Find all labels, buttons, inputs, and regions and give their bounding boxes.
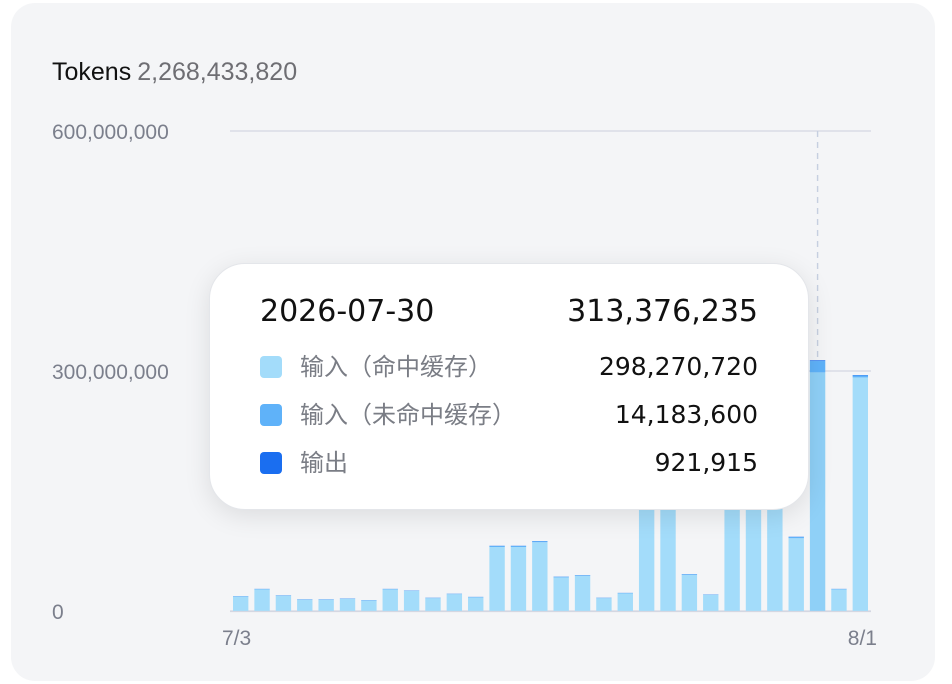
- tooltip-row-output: 输出 921,915: [260, 446, 758, 480]
- tooltip-date: 2026-07-30: [260, 294, 435, 329]
- bar-segment-cache-hit: [339, 599, 356, 611]
- bar-segment-cache-hit: [275, 595, 292, 611]
- tooltip-label: 输入（命中缓存）: [300, 353, 492, 381]
- bar-segment-cache-hit: [425, 598, 441, 611]
- bar-segment-cache-hit: [532, 542, 548, 611]
- y-tick-label: 600,000,000: [52, 121, 169, 144]
- bar-segment-cache-miss: [788, 537, 804, 539]
- x-tick-label-end: 8/1: [848, 627, 877, 650]
- bar-segment-cache-hit: [553, 577, 569, 611]
- y-tick-label: 300,000,000: [52, 361, 169, 384]
- cache-miss-swatch: [260, 404, 282, 426]
- bar-segment-cache-hit: [297, 599, 313, 611]
- tooltip-total: 313,376,235: [567, 294, 758, 329]
- tooltip-label: 输出: [300, 449, 348, 477]
- bar-segment-cache-hit: [468, 597, 484, 611]
- bar-segment-cache-hit: [446, 594, 463, 611]
- bar-segment-cache-miss: [510, 546, 527, 547]
- bar-segment-cache-miss: [681, 574, 698, 575]
- bar-segment-cache-hit: [574, 575, 591, 611]
- tooltip-row-cache-hit: 输入（命中缓存） 298,270,720: [260, 350, 758, 384]
- bar-segment-cache-hit: [703, 595, 719, 611]
- bar-segment-cache-hit: [617, 593, 633, 611]
- bar-segment-cache-miss: [809, 361, 826, 373]
- x-tick-label-start: 7/3: [222, 627, 251, 650]
- bar-segment-cache-hit: [318, 599, 334, 611]
- bar-segment-cache-miss: [574, 575, 591, 576]
- output-swatch: [260, 452, 282, 474]
- bar-segment-cache-hit: [596, 598, 612, 611]
- cache-hit-swatch: [260, 356, 282, 378]
- bar-segment-cache-hit: [232, 596, 249, 611]
- bar-segment-cache-hit: [809, 372, 826, 611]
- bar-segment-cache-hit: [382, 589, 398, 611]
- bar-segment-cache-hit: [254, 589, 270, 611]
- bar-segment-cache-hit: [831, 589, 847, 611]
- bar-segment-cache-miss: [553, 576, 569, 578]
- bar-segment-output: [809, 360, 826, 362]
- tooltip-row-cache-miss: 输入（未命中缓存） 14,183,600: [260, 398, 758, 432]
- bar-segment-cache-hit: [852, 377, 869, 611]
- bar-segment-cache-hit: [489, 547, 505, 611]
- y-tick-label: 0: [52, 601, 64, 624]
- tooltip-value: 14,183,600: [614, 400, 758, 429]
- bar-segment-cache-hit: [510, 547, 527, 611]
- chart-tooltip: 2026-07-30 313,376,235 输入（命中缓存） 298,270,…: [209, 263, 809, 510]
- bar-segment-cache-hit: [681, 575, 698, 611]
- tooltip-label: 输入（未命中缓存）: [300, 401, 516, 429]
- bar-segment-cache-hit: [403, 591, 420, 611]
- bar-segment-cache-hit: [361, 600, 377, 611]
- tooltip-value: 921,915: [654, 448, 758, 477]
- bar-segment-cache-miss: [532, 541, 548, 543]
- bar-segment-cache-miss: [489, 546, 505, 547]
- bar-segment-cache-hit: [788, 538, 804, 611]
- bar-segment-cache-miss: [852, 375, 869, 378]
- bar-segment-cache-hit: [767, 507, 783, 611]
- tooltip-value: 298,270,720: [598, 352, 758, 381]
